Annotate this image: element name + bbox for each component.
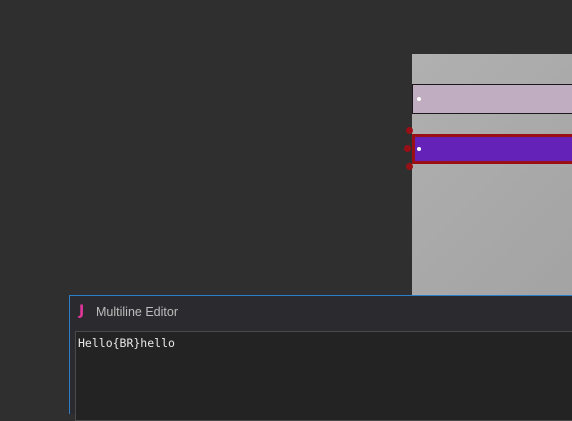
editor-title: Multiline Editor: [96, 305, 178, 319]
selection-handle-middle-left[interactable]: [404, 145, 411, 152]
node-port-dot[interactable]: [417, 97, 421, 101]
multiline-text-input[interactable]: Hello{BR}hello: [75, 331, 572, 421]
selection-handle-bottom-left[interactable]: [406, 163, 413, 170]
node-port-dot[interactable]: [417, 147, 421, 151]
selection-handle-top-left[interactable]: [406, 127, 413, 134]
multiline-editor-window: J Multiline Editor Hello{BR}hello: [69, 295, 572, 421]
canvas-node-selected[interactable]: [412, 134, 572, 164]
app-logo-icon: J: [79, 303, 85, 319]
canvas-node-unselected[interactable]: [412, 84, 572, 114]
editor-title-bar[interactable]: J Multiline Editor: [70, 296, 572, 330]
